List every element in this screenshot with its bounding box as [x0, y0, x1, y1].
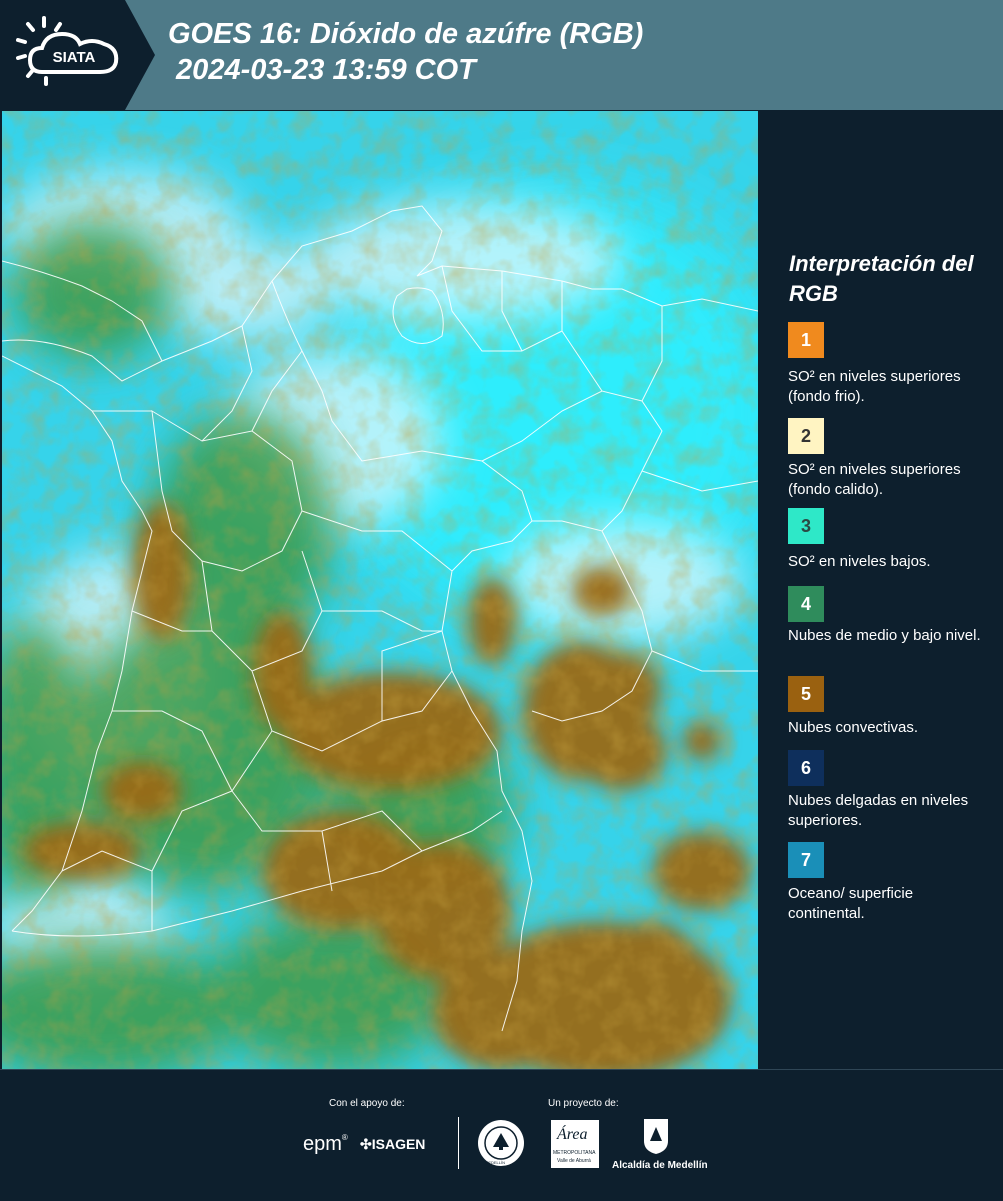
legend-title: Interpretación del RGB: [789, 251, 974, 306]
legend-number-5: 5: [800, 684, 811, 704]
legend-label-1: SO² en niveles superiores (fondo frio).: [788, 368, 961, 405]
legend-swatch-2: 2: [788, 418, 824, 454]
legend-swatch-6: 6: [788, 750, 824, 786]
satellite-map: [2, 111, 758, 1069]
legend-label-6: Nubes delgadas en niveles superiores.: [788, 792, 969, 829]
legend-number-6: 6: [800, 758, 811, 778]
legend-swatch-1: 1: [788, 322, 824, 358]
legend-swatch-4: 4: [788, 586, 824, 622]
siata-logo-text: SIATA: [53, 49, 96, 66]
alcaldia-shield-logo: [642, 1117, 670, 1155]
footer: Con el apoyo de: Un proyecto de: epm® ✣I…: [0, 1069, 1003, 1201]
epm-logo: epm®: [303, 1133, 348, 1155]
medellin-seal-text: MEDELLÍN: [485, 1160, 506, 1165]
legend-number-3: 3: [800, 516, 811, 536]
legend-number-4: 4: [800, 594, 811, 614]
legend-number-2: 2: [800, 426, 811, 446]
siata-logo: SIATA: [0, 0, 160, 110]
isagen-logo-text: ISAGEN: [371, 1136, 426, 1152]
legend-panel: Interpretación del RGB 1 SO² en niveles …: [762, 111, 1003, 1069]
alcaldia-text: Alcaldía de Medellín: [612, 1160, 708, 1171]
epm-logo-text: epm: [303, 1133, 342, 1155]
legend-swatch-3: 3: [788, 508, 824, 544]
legend-label-4: Nubes de medio y bajo nivel.: [788, 627, 981, 644]
isagen-logo: ✣ISAGEN: [360, 1136, 425, 1153]
support-label: Con el apoyo de:: [329, 1098, 405, 1109]
area-metropolitana-logo: Área METROPOLITANA Valle de Aburrá: [551, 1120, 599, 1168]
legend-label-3: SO² en niveles bajos.: [788, 553, 931, 570]
legend-label-7: Oceano/ superficie continental.: [788, 885, 914, 922]
legend-swatch-7: 7: [788, 842, 824, 878]
legend-label-5: Nubes convectivas.: [788, 719, 919, 736]
header-bar: SIATA GOES 16: Dióxido de azúfre (RGB) 2…: [0, 0, 1003, 110]
legend-number-1: 1: [800, 330, 811, 350]
legend-swatch-5: 5: [788, 676, 824, 712]
area-metro-subtitle2: Valle de Aburrá: [557, 1158, 591, 1164]
area-metro-title: Área: [557, 1126, 588, 1143]
footer-divider: [458, 1117, 459, 1169]
legend-label-2: SO² en niveles superiores (fondo calido)…: [788, 461, 961, 498]
legend-number-7: 7: [800, 850, 811, 870]
project-label: Un proyecto de:: [548, 1098, 619, 1109]
page-title: GOES 16: Dióxido de azúfre (RGB) 2024-03…: [168, 18, 644, 86]
isagen-icon: ✣: [360, 1136, 372, 1152]
area-metro-subtitle: METROPOLITANA: [553, 1150, 596, 1156]
